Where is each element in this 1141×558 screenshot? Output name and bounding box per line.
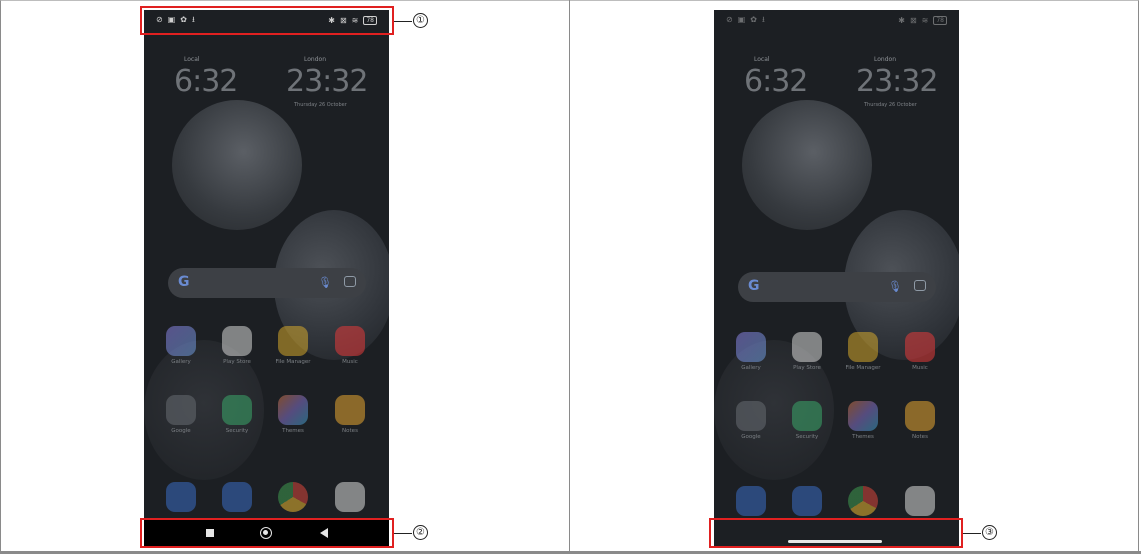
callout-2: ② <box>413 525 428 540</box>
themes-icon[interactable] <box>848 401 878 431</box>
messages-icon[interactable] <box>792 486 822 516</box>
status-bar: ⊘ ▣ ✿ ⭳ ✱ ⊠ ≋ 78 <box>714 10 959 32</box>
app-label-notes: Notes <box>912 434 928 440</box>
camera-icon[interactable] <box>335 482 365 512</box>
clock-label-remote: London <box>304 56 326 63</box>
status-bar-highlight <box>140 6 394 35</box>
phone-icon[interactable] <box>166 482 196 512</box>
callout-leader <box>394 21 412 22</box>
notes-icon[interactable] <box>335 395 365 425</box>
play-store-icon[interactable] <box>222 326 252 356</box>
app-label-gallery: Gallery <box>741 365 761 371</box>
app-label-play-store: Play Store <box>223 359 251 365</box>
phone-screenshot-button-navigation: ⊘ ▣ ✿ ⭳ ✱ ⊠ ≋ 78 Local 6:32 London 23:32… <box>144 10 389 548</box>
google-logo-icon: G <box>178 274 190 290</box>
google-folder-icon[interactable] <box>166 395 196 425</box>
app-label-file-manager: File Manager <box>845 365 881 371</box>
settings-icon: ✿ <box>750 15 757 24</box>
callout-1: ① <box>413 13 428 28</box>
phone-icon[interactable] <box>736 486 766 516</box>
gallery-icon[interactable] <box>736 332 766 362</box>
security-icon[interactable] <box>222 395 252 425</box>
app-label-gallery: Gallery <box>171 359 191 365</box>
clock-local: 6:32 <box>744 64 808 99</box>
app-label-google: Google <box>171 428 191 434</box>
music-icon[interactable] <box>905 332 935 362</box>
app-label-google: Google <box>741 434 761 440</box>
app-label-security: Security <box>225 428 249 434</box>
download-icon: ⭳ <box>761 15 765 24</box>
clock-local: 6:32 <box>174 64 238 99</box>
app-label-security: Security <box>795 434 819 440</box>
clock-remote: 23:32 <box>856 64 938 99</box>
column-divider <box>569 0 570 552</box>
themes-icon[interactable] <box>278 395 308 425</box>
gallery-icon[interactable] <box>166 326 196 356</box>
app-label-file-manager: File Manager <box>275 359 311 365</box>
play-store-icon[interactable] <box>792 332 822 362</box>
clock-remote: 23:32 <box>286 64 368 99</box>
table-bottom-rule <box>0 551 1141 554</box>
notification-icon: ▣ <box>737 15 746 24</box>
chrome-icon[interactable] <box>278 482 308 512</box>
bluetooth-icon: ✱ <box>898 15 905 25</box>
microphone-icon[interactable]: 🎙 <box>318 276 332 289</box>
security-icon[interactable] <box>792 401 822 431</box>
clock-label-local: Local <box>184 56 200 63</box>
phone-screenshot-gesture-navigation: ⊘ ▣ ✿ ⭳ ✱ ⊠ ≋ 78 Local 6:32 London 23:32… <box>714 10 959 548</box>
camera-icon[interactable] <box>905 486 935 516</box>
chrome-icon[interactable] <box>848 486 878 516</box>
gesture-bar-highlight <box>709 518 963 548</box>
callout-3: ③ <box>982 525 997 540</box>
lens-icon[interactable] <box>344 276 356 287</box>
clock-date: Thursday 26 October <box>294 102 347 108</box>
google-search-bar[interactable]: G 🎙 <box>738 272 936 302</box>
google-logo-icon: G <box>748 278 760 294</box>
microphone-icon[interactable]: 🎙 <box>888 280 902 293</box>
app-label-music: Music <box>342 359 358 365</box>
wallpaper-shape <box>742 100 872 230</box>
app-label-themes: Themes <box>852 434 874 440</box>
music-icon[interactable] <box>335 326 365 356</box>
google-search-bar[interactable]: G 🎙 <box>168 268 366 298</box>
app-label-themes: Themes <box>282 428 304 434</box>
navigation-bar-highlight <box>140 518 394 548</box>
google-folder-icon[interactable] <box>736 401 766 431</box>
battery-icon: 78 <box>933 16 947 25</box>
lens-icon[interactable] <box>914 280 926 291</box>
sim-icon: ⊠ <box>909 15 917 25</box>
wifi-icon: ≋ <box>921 15 929 25</box>
app-label-notes: Notes <box>342 428 358 434</box>
file-manager-icon[interactable] <box>848 332 878 362</box>
wallpaper-shape <box>172 100 302 230</box>
messages-icon[interactable] <box>222 482 252 512</box>
clock-label-local: Local <box>754 56 770 63</box>
clock-label-remote: London <box>874 56 896 63</box>
app-label-play-store: Play Store <box>793 365 821 371</box>
notification-icon: ⊘ <box>726 15 733 24</box>
clock-date: Thursday 26 October <box>864 102 917 108</box>
notes-icon[interactable] <box>905 401 935 431</box>
app-label-music: Music <box>912 365 928 371</box>
file-manager-icon[interactable] <box>278 326 308 356</box>
callout-leader <box>394 533 412 534</box>
callout-leader <box>963 533 981 534</box>
